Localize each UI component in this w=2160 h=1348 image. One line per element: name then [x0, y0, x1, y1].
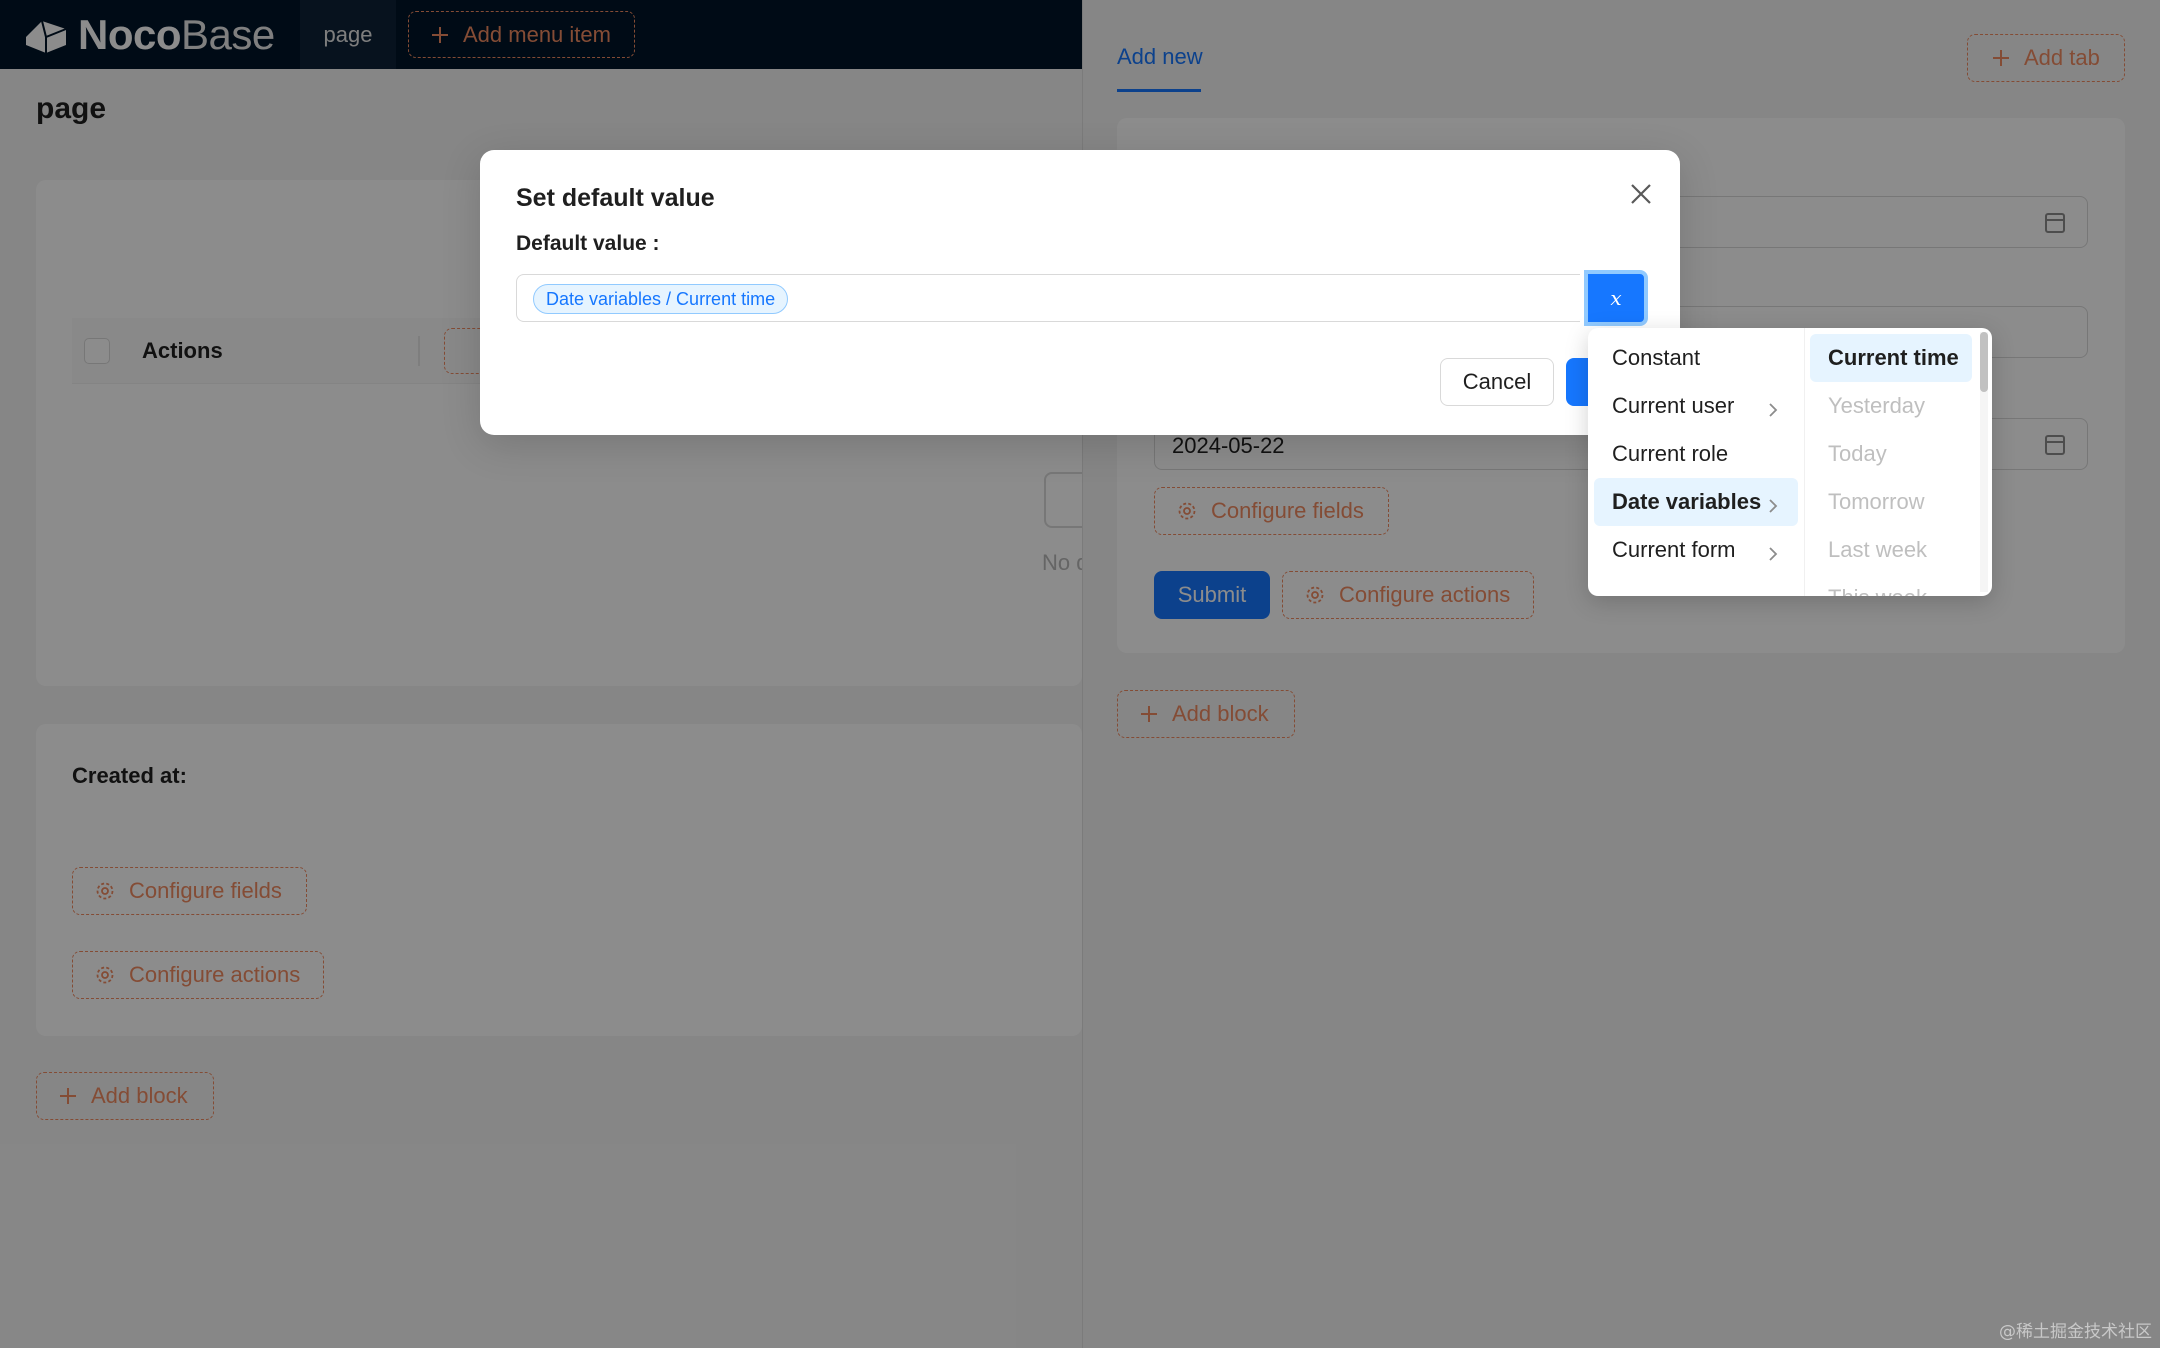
cascader-option-yesterday[interactable]: Yesterday [1810, 382, 1972, 430]
cascader-option-today[interactable]: Today [1810, 430, 1972, 478]
cascader-option-current-user[interactable]: Current user [1594, 382, 1798, 430]
cascader-option-current-role[interactable]: Current role [1594, 430, 1798, 478]
chevron-right-icon [1768, 398, 1778, 424]
watermark: @稀土掘金技术社区 [1999, 1322, 2152, 1342]
chevron-right-icon [1768, 494, 1778, 520]
chevron-right-icon [1768, 542, 1778, 568]
cascader-option-current-form[interactable]: Current form [1594, 526, 1798, 574]
variable-picker-button[interactable]: x [1584, 270, 1648, 326]
cascader-option-constant[interactable]: Constant [1594, 334, 1798, 382]
cascader-option-date-variables[interactable]: Date variables [1594, 478, 1798, 526]
set-default-value-modal: Set default value Default value : Date v… [480, 150, 1680, 435]
cascader-option-last-week[interactable]: Last week [1810, 526, 1972, 574]
variable-cascader-dropdown: Constant Current user Current role Date … [1588, 328, 1992, 596]
variable-tag[interactable]: Date variables / Current time [533, 284, 789, 314]
close-icon[interactable] [1625, 178, 1657, 210]
cascader-column-divider [1804, 328, 1805, 596]
modal-title: Set default value [516, 184, 715, 212]
cascader-option-current-time[interactable]: Current time [1810, 334, 1972, 382]
cascader-level-1: Constant Current user Current role Date … [1594, 334, 1798, 574]
default-value-label: Default value : [516, 232, 660, 255]
cascader-scrollbar-thumb[interactable] [1980, 332, 1988, 392]
default-value-input[interactable]: Date variables / Current time [516, 274, 1580, 322]
cancel-button[interactable]: Cancel [1440, 358, 1554, 406]
cascader-option-tomorrow[interactable]: Tomorrow [1810, 478, 1972, 526]
cascader-option-this-week[interactable]: This week [1810, 574, 1972, 596]
cascader-level-2: Current time Yesterday Today Tomorrow La… [1810, 334, 1972, 596]
